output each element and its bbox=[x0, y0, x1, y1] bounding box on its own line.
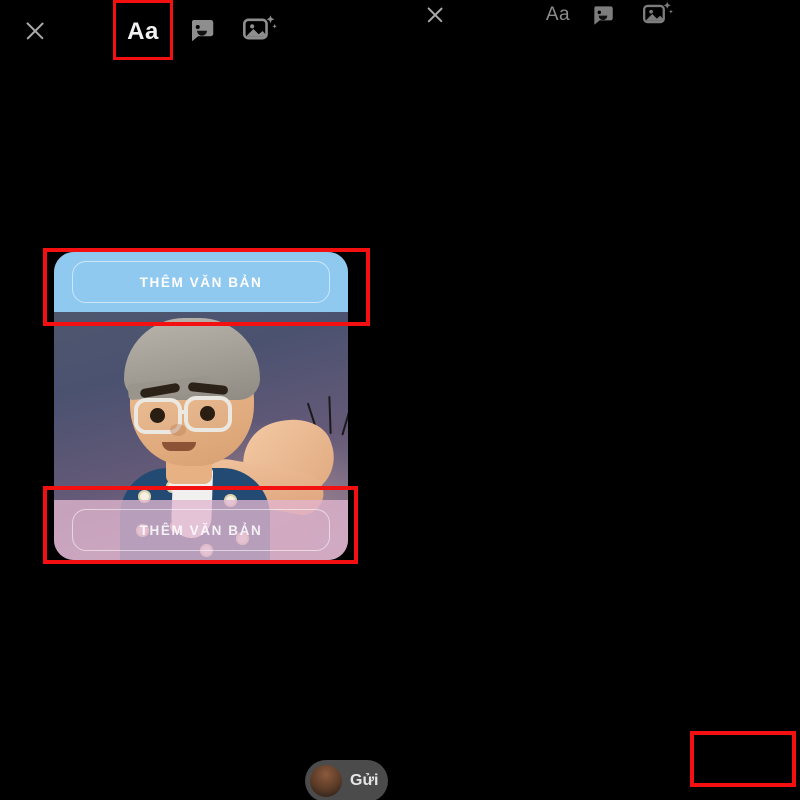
left-toolbar: Aa bbox=[0, 0, 400, 62]
left-screenshot-panel: Aa THÊM VĂN BẢN THÊM VĂN BẢN Gửi bbox=[0, 0, 400, 800]
sticker-face-icon[interactable] bbox=[590, 2, 616, 28]
close-icon[interactable] bbox=[422, 2, 448, 28]
close-icon[interactable] bbox=[20, 16, 50, 46]
close-x-glyph bbox=[20, 16, 50, 46]
motion-line bbox=[341, 402, 348, 436]
avatar-mouth bbox=[162, 442, 196, 451]
send-button-label: Gửi bbox=[350, 772, 379, 789]
send-button[interactable]: Gửi bbox=[305, 760, 388, 800]
close-x-glyph bbox=[422, 2, 448, 28]
image-sparkle-icon[interactable] bbox=[242, 12, 278, 46]
text-tool-button[interactable]: Aa bbox=[113, 10, 173, 54]
top-text-placeholder[interactable]: THÊM VĂN BẢN bbox=[54, 252, 348, 312]
avatar-nose bbox=[170, 424, 186, 436]
avatar bbox=[310, 765, 342, 797]
sticker-editor-card[interactable]: THÊM VĂN BẢN THÊM VĂN BẢN bbox=[54, 252, 348, 560]
avatar-eye bbox=[150, 408, 165, 423]
top-text-placeholder-label: THÊM VĂN BẢN bbox=[139, 274, 263, 290]
bottom-text-placeholder[interactable]: THÊM VĂN BẢN bbox=[54, 500, 348, 560]
right-screenshot-panel: Aa bbox=[400, 0, 800, 800]
text-tool-button[interactable]: Aa bbox=[536, 0, 580, 30]
avatar-eye bbox=[200, 406, 215, 421]
right-toolbar: Aa bbox=[400, 0, 800, 46]
motion-line bbox=[328, 395, 333, 435]
app-screen: Aa THÊM VĂN BẢN THÊM VĂN BẢN Gửi Aa bbox=[0, 0, 800, 800]
sticker-face-icon[interactable] bbox=[186, 14, 218, 46]
image-sparkle-icon[interactable] bbox=[643, 0, 673, 28]
avatar-glasses-bridge bbox=[180, 410, 188, 414]
bottom-text-placeholder-label: THÊM VĂN BẢN bbox=[139, 522, 263, 538]
